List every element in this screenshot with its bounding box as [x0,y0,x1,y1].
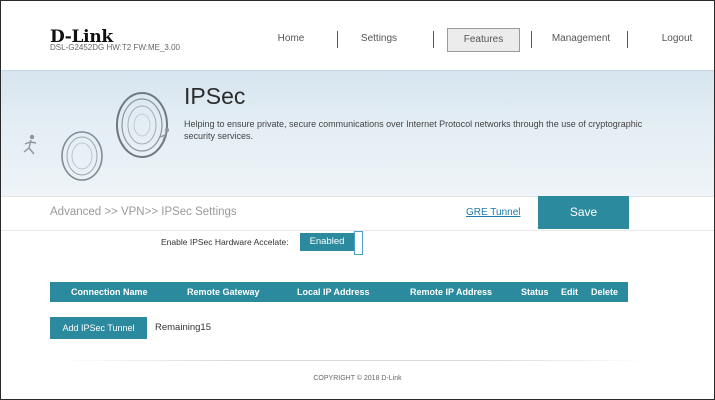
gre-tunnel-link[interactable]: GRE Tunnel [466,207,520,218]
col-local-ip: Local IP Address [297,287,370,297]
top-nav: Home Settings Features Management Logout [0,28,715,52]
nav-features[interactable]: Features [447,28,520,52]
page-description: Helping to ensure private, secure commun… [184,119,643,141]
nav-management[interactable]: Management [544,28,618,50]
col-status: Status [521,287,549,297]
nav-logout[interactable]: Logout [655,28,699,50]
footer-divider [60,360,650,361]
copyright: COPYRIGHT © 2018 D-Link [313,375,402,382]
col-remote-ip: Remote IP Address [410,287,493,297]
col-connection-name: Connection Name [71,287,148,297]
remaining-count: Remaining15 [155,322,211,333]
toggle-knob[interactable] [354,231,363,255]
nav-divider [531,31,532,48]
tunnel-table-header: Connection Name Remote Gateway Local IP … [50,282,628,302]
nav-settings[interactable]: Settings [348,28,410,50]
nav-divider [337,31,338,48]
page-title: IPSec [184,83,246,109]
nav-divider [627,31,628,48]
col-edit: Edit [561,287,578,297]
hw-accelerate-toggle[interactable]: Enabled [300,233,354,251]
add-ipsec-tunnel-button[interactable]: Add IPSec Tunnel [50,317,147,339]
nav-home[interactable]: Home [264,28,318,50]
save-button[interactable]: Save [538,196,629,229]
hw-accelerate-label: Enable IPSec Hardware Accelate: [161,237,289,247]
col-remote-gateway: Remote Gateway [187,287,260,297]
ipsec-illustration-icon [23,92,169,181]
breadcrumb: Advanced >> VPN>> IPSec Settings [50,206,237,218]
col-delete: Delete [591,287,619,297]
nav-divider [433,31,434,48]
